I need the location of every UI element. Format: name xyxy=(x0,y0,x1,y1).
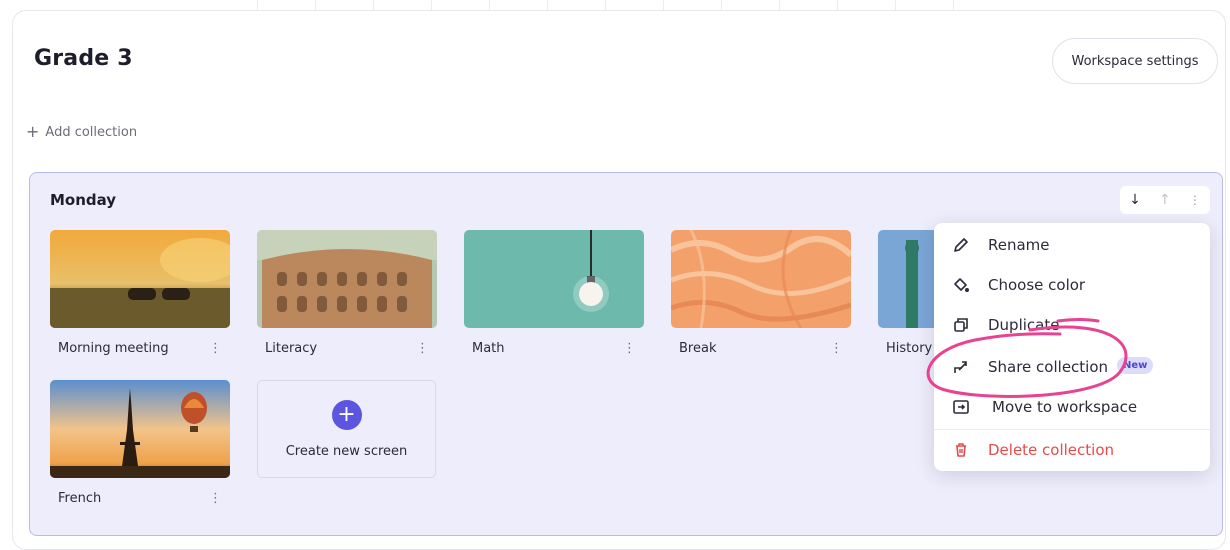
screen-thumbnail-horses xyxy=(50,230,230,328)
move-up-icon[interactable]: ↑ xyxy=(1159,192,1171,208)
trash-icon xyxy=(950,439,972,461)
menu-item-rename[interactable]: Rename xyxy=(934,225,1210,265)
menu-item-move-to-workspace[interactable]: Move to workspace xyxy=(934,387,1210,427)
more-options-icon[interactable]: ⋮ xyxy=(1189,193,1201,207)
paint-bucket-icon xyxy=(950,274,972,296)
screen-card[interactable]: French ⋮ xyxy=(50,380,230,518)
workspace-settings-button[interactable]: Workspace settings xyxy=(1052,38,1218,84)
add-collection-button[interactable]: + Add collection xyxy=(26,124,137,140)
more-options-icon[interactable]: ⋮ xyxy=(416,341,429,356)
plus-icon: + xyxy=(331,399,362,430)
menu-item-choose-color[interactable]: Choose color xyxy=(934,265,1210,305)
create-new-screen-button[interactable]: + Create new screen xyxy=(257,380,436,478)
more-options-icon[interactable]: ⋮ xyxy=(830,341,843,356)
menu-item-duplicate[interactable]: Duplicate xyxy=(934,305,1210,345)
new-badge: New xyxy=(1117,357,1154,374)
share-icon xyxy=(950,356,972,378)
screen-thumbnail-eiffel-tower xyxy=(50,380,230,478)
screen-card[interactable]: Math ⋮ xyxy=(464,230,644,368)
more-options-icon[interactable]: ⋮ xyxy=(209,341,222,356)
screen-label: Break xyxy=(679,340,717,356)
screen-label: Morning meeting xyxy=(58,340,169,356)
more-options-icon[interactable]: ⋮ xyxy=(623,341,636,356)
screen-card[interactable]: Break ⋮ xyxy=(671,230,851,368)
screen-card[interactable]: Literacy ⋮ xyxy=(257,230,437,368)
move-to-folder-icon xyxy=(950,396,972,418)
collection-controls: ↓ ↑ ⋮ xyxy=(1120,186,1210,214)
screen-card[interactable]: Morning meeting ⋮ xyxy=(50,230,230,368)
screen-label: Math xyxy=(472,340,505,356)
screen-thumbnail-colosseum xyxy=(257,230,437,328)
screen-thumbnail-lightbulb xyxy=(464,230,644,328)
add-collection-label: Add collection xyxy=(45,124,138,140)
collection-name: Monday xyxy=(50,191,117,209)
create-new-screen-label: Create new screen xyxy=(285,443,408,459)
screen-label: French xyxy=(58,490,102,506)
more-options-icon[interactable]: ⋮ xyxy=(209,491,222,506)
pencil-icon xyxy=(950,234,972,256)
plus-icon: + xyxy=(26,122,40,141)
page-title: Grade 3 xyxy=(34,46,133,71)
duplicate-icon xyxy=(950,314,972,336)
screen-label: History xyxy=(886,340,933,356)
screen-thumbnail-texture xyxy=(671,230,851,328)
screen-label: Literacy xyxy=(265,340,318,356)
menu-item-share-collection[interactable]: Share collection New xyxy=(934,347,1210,387)
menu-item-delete-collection[interactable]: Delete collection xyxy=(934,430,1210,470)
move-down-icon[interactable]: ↓ xyxy=(1129,192,1141,208)
collection-context-menu: Rename Choose color Duplicate Share coll… xyxy=(934,223,1210,471)
